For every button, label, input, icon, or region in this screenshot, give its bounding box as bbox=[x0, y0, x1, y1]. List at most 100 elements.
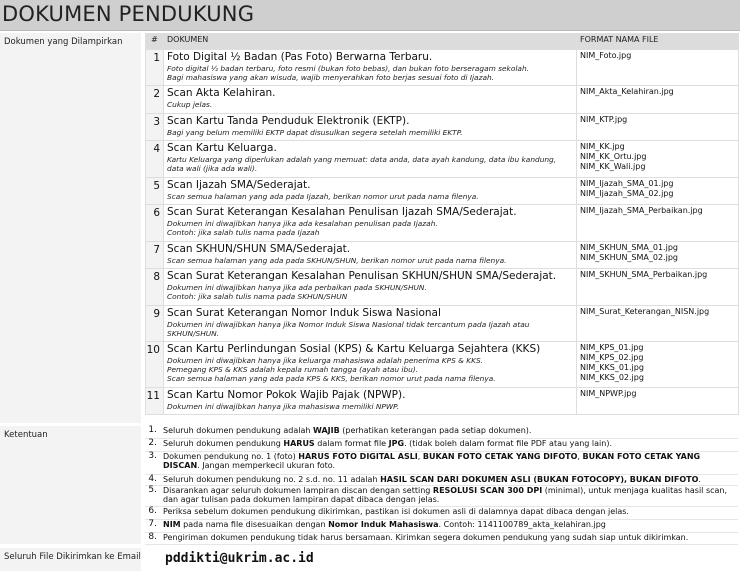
rule-fragment: . Contoh: 1141100789_akta_kelahiran.jpg bbox=[438, 519, 606, 529]
rule-item: 2. Seluruh dokumen pendukung HARUS dalam … bbox=[145, 438, 738, 452]
rule-text: Seluruh dokumen pendukung adalah WAJIB (… bbox=[161, 426, 738, 439]
filename-format: NIM_Akta_Kelahiran.jpg bbox=[580, 87, 674, 97]
document-number: 3 bbox=[145, 112, 164, 141]
document-description: Contoh: jika salah tulis nama pada Ijaza… bbox=[167, 228, 320, 238]
document-cell: Scan Surat Keterangan Nomor Induk Siswa … bbox=[163, 304, 577, 343]
rule-emphasis: NIM bbox=[163, 519, 181, 529]
filename-format-cell: NIM_Ijazah_SMA_Perbaikan.jpg bbox=[576, 204, 739, 243]
filename-format: NIM_KPS_01.jpg bbox=[580, 343, 644, 353]
filename-format: NIM_KTP.jpg bbox=[580, 114, 628, 124]
rule-fragment: . bbox=[698, 474, 701, 484]
document-description: Bagi mahasiswa yang akan wisuda, wajib m… bbox=[167, 73, 495, 83]
document-cell: Foto Digital ½ Badan (Pas Foto) Berwarna… bbox=[163, 48, 577, 87]
filename-format: NIM_KK_Ortu.jpg bbox=[580, 151, 647, 161]
document-cell: Scan Kartu Nomor Pokok Wajib Pajak (NPWP… bbox=[163, 386, 577, 415]
document-number: 6 bbox=[145, 204, 164, 243]
document-title: Scan Surat Keterangan Kesalahan Penulisa… bbox=[167, 270, 557, 283]
filename-format: NIM_Surat_Keterangan_NISN.jpg bbox=[580, 306, 710, 316]
rule-emphasis: RESOLUSI SCAN 300 DPI bbox=[432, 485, 543, 495]
filename-format-cell: NIM_Foto.jpg bbox=[576, 48, 739, 87]
document-cell: Scan Ijazah SMA/Sederajat. Scan semua hal… bbox=[163, 176, 577, 206]
filename-format-cell: NIM_SKHUN_SMA_01.jpg NIM_SKHUN_SMA_02.jpg bbox=[576, 241, 739, 270]
documents-table-header: # DOKUMEN FORMAT NAMA FILE bbox=[145, 33, 739, 50]
filename-format: NIM_KKS_02.jpg bbox=[580, 373, 644, 383]
filename-format: NIM_SKHUN_SMA_02.jpg bbox=[580, 253, 678, 263]
document-title: Scan Akta Kelahiran. bbox=[167, 87, 276, 100]
document-row: 3 Scan Kartu Tanda Penduduk Elektronik (E… bbox=[145, 112, 739, 141]
filename-format-cell: NIM_Akta_Kelahiran.jpg bbox=[576, 85, 739, 114]
submission-email[interactable]: pddikti@ukrim.ac.id bbox=[165, 551, 314, 566]
rules-list: 1. Seluruh dokumen pendukung adalah WAJIB… bbox=[145, 425, 738, 545]
rule-fragment: Pengiriman dokumen pendukung tidak harus… bbox=[163, 532, 689, 542]
rule-number: 8. bbox=[145, 532, 161, 545]
rule-item: 8. Pengiriman dokumen pendukung tidak har… bbox=[145, 532, 738, 545]
document-description: Scan semua halaman yang ada pada Ijazah,… bbox=[167, 191, 479, 201]
rule-fragment: . (tidak boleh dalam format file PDF ata… bbox=[404, 438, 613, 448]
document-row: 4 Scan Kartu Keluarga. Kartu Keluarga yang… bbox=[145, 139, 739, 178]
document-title: Scan Kartu Keluarga. bbox=[167, 141, 277, 154]
rule-emphasis: Nomor Induk Mahasiswa bbox=[328, 519, 439, 529]
section-label-ketentuan: Ketentuan bbox=[4, 430, 48, 440]
document-row: 11 Scan Kartu Nomor Pokok Wajib Pajak (NP… bbox=[145, 386, 739, 415]
filename-format: NIM_Foto.jpg bbox=[580, 51, 632, 60]
filename-format-cell: NIM_KK.jpg NIM_KK_Ortu.jpg NIM_KK_Wali.jpg bbox=[576, 139, 739, 178]
filename-format-cell: NIM_NPWP.jpg bbox=[576, 386, 739, 415]
section-label-email: Seluruh File Dikirimkan ke Email bbox=[4, 552, 141, 562]
document-cell: Scan Kartu Perlindungan Sosial (KPS) & K… bbox=[163, 341, 577, 388]
filename-format-cell: NIM_KTP.jpg bbox=[576, 112, 739, 141]
document-title: Scan Kartu Perlindungan Sosial (KPS) & K… bbox=[167, 343, 541, 356]
document-cell: Scan Akta Kelahiran. Cukup jelas. bbox=[163, 85, 577, 114]
rule-fragment: Seluruh dokumen pendukung adalah bbox=[163, 426, 314, 435]
document-row: 8 Scan Surat Keterangan Kesalahan Penulis… bbox=[145, 268, 739, 306]
documents-table: # DOKUMEN FORMAT NAMA FILE 1 Foto Digital… bbox=[145, 33, 739, 415]
filename-format-cell: NIM_Surat_Keterangan_NISN.jpg bbox=[576, 304, 739, 343]
rule-text: NIM pada nama file disesuaikan dengan No… bbox=[161, 519, 738, 533]
document-number: 5 bbox=[145, 176, 164, 206]
rule-emphasis: BUKAN FOTO CETAK YANG DIFOTO bbox=[422, 451, 578, 461]
document-description: Cukup jelas. bbox=[167, 100, 213, 110]
page-header: DOKUMEN PENDUKUNG bbox=[0, 0, 740, 31]
filename-format: NIM_Ijazah_SMA_01.jpg bbox=[580, 178, 674, 188]
filename-format: NIM_SKHUN_SMA_Perbaikan.jpg bbox=[580, 270, 708, 280]
rule-item: 4. Seluruh dokumen pendukung no. 2 s.d. n… bbox=[145, 474, 738, 486]
section-label-dokumen-cell: Dokumen yang Dilampirkan bbox=[0, 33, 141, 423]
rule-text: Disarankan agar seluruh dokumen lampiran… bbox=[161, 485, 738, 507]
rule-text: Pengiriman dokumen pendukung tidak harus… bbox=[161, 532, 738, 545]
document-description: Pemegang KPS & KKS adalah kepala rumah t… bbox=[167, 365, 419, 375]
document-title: Scan Surat Keterangan Kesalahan Penulisa… bbox=[167, 206, 517, 219]
rule-number: 6. bbox=[145, 506, 161, 520]
filename-format-cell: NIM_KPS_01.jpg NIM_KPS_02.jpg NIM_KKS_01.j… bbox=[576, 341, 739, 388]
rule-number: 2. bbox=[145, 438, 161, 452]
document-title: Scan Ijazah SMA/Sederajat. bbox=[167, 178, 311, 191]
document-row: 9 Scan Surat Keterangan Nomor Induk Siswa… bbox=[145, 304, 739, 343]
column-header-document: DOKUMEN bbox=[163, 33, 577, 50]
document-description: Foto digital ½ badan terbaru, foto resmi… bbox=[167, 64, 529, 73]
document-cell: Scan Surat Keterangan Kesalahan Penulisa… bbox=[163, 204, 577, 243]
document-title: Scan Kartu Tanda Penduduk Elektronik (EK… bbox=[167, 114, 410, 127]
rule-item: 5. Disarankan agar seluruh dokumen lampir… bbox=[145, 485, 738, 507]
document-description: Dokumen ini diwajibkan hanya jika ada pe… bbox=[167, 283, 427, 293]
section-label-dokumen: Dokumen yang Dilampirkan bbox=[4, 37, 123, 47]
section-label-ketentuan-cell: Ketentuan bbox=[0, 426, 141, 544]
filename-format: NIM_KPS_02.jpg bbox=[580, 353, 644, 363]
document-description: Scan semua halaman yang ada pada SKHUN/S… bbox=[167, 256, 507, 266]
document-title: Foto Digital ½ Badan (Pas Foto) Berwarna… bbox=[167, 51, 433, 63]
document-number: 8 bbox=[145, 268, 164, 306]
rule-text: Periksa sebelum dokumen pendukung dikiri… bbox=[161, 506, 738, 520]
rule-item: 6. Periksa sebelum dokumen pendukung diki… bbox=[145, 506, 738, 520]
rule-fragment: dalam format file bbox=[314, 438, 389, 448]
document-description: Dokumen ini diwajibkan hanya jika mahasi… bbox=[167, 401, 399, 411]
rule-fragment: Seluruh dokumen pendukung no. 2 s.d. no.… bbox=[163, 474, 381, 484]
filename-format: NIM_SKHUN_SMA_01.jpg bbox=[580, 243, 678, 253]
filename-format: NIM_NPWP.jpg bbox=[580, 388, 637, 398]
rule-number: 4. bbox=[145, 474, 161, 486]
rule-emphasis: HASIL SCAN DARI DOKUMEN ASLI (BUKAN FOTO… bbox=[380, 474, 699, 484]
page-title: DOKUMEN PENDUKUNG bbox=[2, 2, 255, 26]
rule-text: Dokumen pendukung no. 1 (foto) HARUS FOT… bbox=[161, 451, 738, 475]
filename-format: NIM_Ijazah_SMA_Perbaikan.jpg bbox=[580, 206, 703, 216]
document-number: 4 bbox=[145, 139, 164, 178]
document-cell: Scan SKHUN/SHUN SMA/Sederajat. Scan semua… bbox=[163, 241, 577, 270]
rule-number: 5. bbox=[145, 485, 161, 507]
document-title: Scan SKHUN/SHUN SMA/Sederajat. bbox=[167, 243, 351, 256]
rule-fragment: Disarankan agar seluruh dokumen lampiran… bbox=[163, 485, 433, 495]
